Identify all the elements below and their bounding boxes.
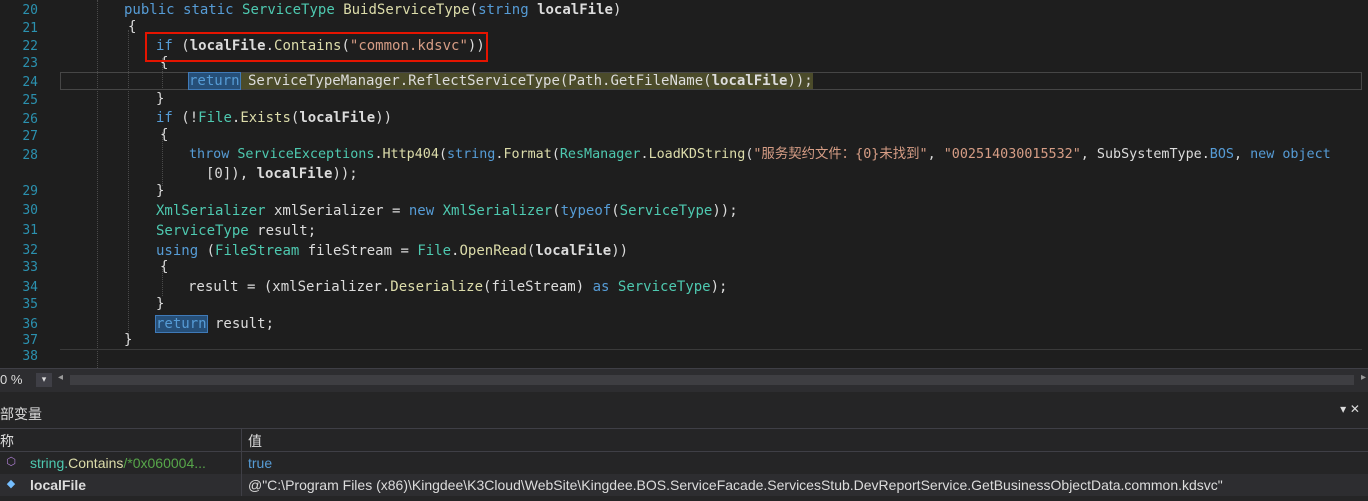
zoom-level[interactable]: 0 %	[0, 372, 22, 387]
horizontal-scrollbar[interactable]	[70, 375, 1354, 385]
row-value: true	[248, 455, 273, 471]
column-header: 称 值	[0, 428, 1368, 452]
code-line-25: }	[156, 91, 165, 107]
locals-panel: 部变量 ▾ ✕ 称 值 ⬡ string.Contains/*0x060004.…	[0, 392, 1368, 501]
code-line-37: }	[124, 332, 133, 348]
code-line-33: {	[160, 259, 169, 275]
code-editor[interactable]: 20 21 22 23 24 25 26 27 28 29 30 31 32 3…	[0, 0, 1368, 368]
line-number: 20	[22, 3, 38, 18]
line-number: 32	[22, 243, 38, 258]
line-number: 33	[22, 260, 38, 275]
chevron-down-icon[interactable]: ▾	[36, 373, 52, 387]
column-divider[interactable]	[241, 429, 242, 451]
line-number: 34	[22, 280, 38, 295]
variable-icon: ◆	[6, 477, 16, 490]
line-number: 28	[22, 148, 38, 163]
line-number: 23	[22, 56, 38, 71]
line-number: 29	[22, 184, 38, 199]
locals-row[interactable]: ◆ localFile @"C:\Program Files (x86)\Kin…	[0, 474, 1368, 496]
line-number: 38	[22, 349, 38, 364]
locals-header: 部变量 ▾ ✕	[0, 400, 1368, 424]
row-value: @"C:\Program Files (x86)\Kingdee\K3Cloud…	[248, 477, 1223, 493]
line-number: 27	[22, 129, 38, 144]
code-line-31: ServiceType result;	[156, 223, 317, 239]
scroll-right-icon[interactable]: ▸	[1361, 372, 1366, 383]
line-number: 24	[22, 75, 38, 90]
code-line-29: }	[156, 183, 165, 199]
method-icon: ⬡	[6, 455, 16, 468]
line-number: 35	[22, 297, 38, 312]
highlight-box	[145, 32, 488, 62]
line-number: 26	[22, 112, 38, 127]
code-line-28: throw ServiceExceptions.Http404(string.F…	[189, 147, 1331, 162]
scroll-left-icon[interactable]: ◂	[58, 372, 63, 383]
code-line-35: }	[156, 296, 165, 312]
line-number: 22	[22, 39, 38, 54]
row-divider	[241, 452, 242, 474]
row-name: string.Contains/*0x060004...	[30, 455, 206, 471]
code-line-30: XmlSerializer xmlSerializer = new XmlSer…	[156, 203, 738, 219]
row-name: localFile	[30, 477, 87, 493]
line-number: 21	[22, 21, 38, 36]
editor-end-separator	[60, 349, 1362, 350]
column-name[interactable]: 称	[0, 431, 14, 451]
locals-row[interactable]: ⬡ string.Contains/*0x060004... true	[0, 452, 1368, 474]
code-line-27: {	[160, 127, 169, 143]
column-value[interactable]: 值	[248, 431, 262, 451]
panel-menu-icon[interactable]: ▾ ✕	[1340, 402, 1360, 416]
code-line-24: return ServiceTypeManager.ReflectService…	[188, 72, 813, 90]
line-number: 31	[22, 223, 38, 238]
editor-status-bar: 0 % ▾ ◂ ▸	[0, 368, 1368, 392]
line-number: 30	[22, 203, 38, 218]
panel-title: 部变量	[0, 406, 42, 422]
row-divider	[241, 474, 242, 496]
line-number: 25	[22, 93, 38, 108]
